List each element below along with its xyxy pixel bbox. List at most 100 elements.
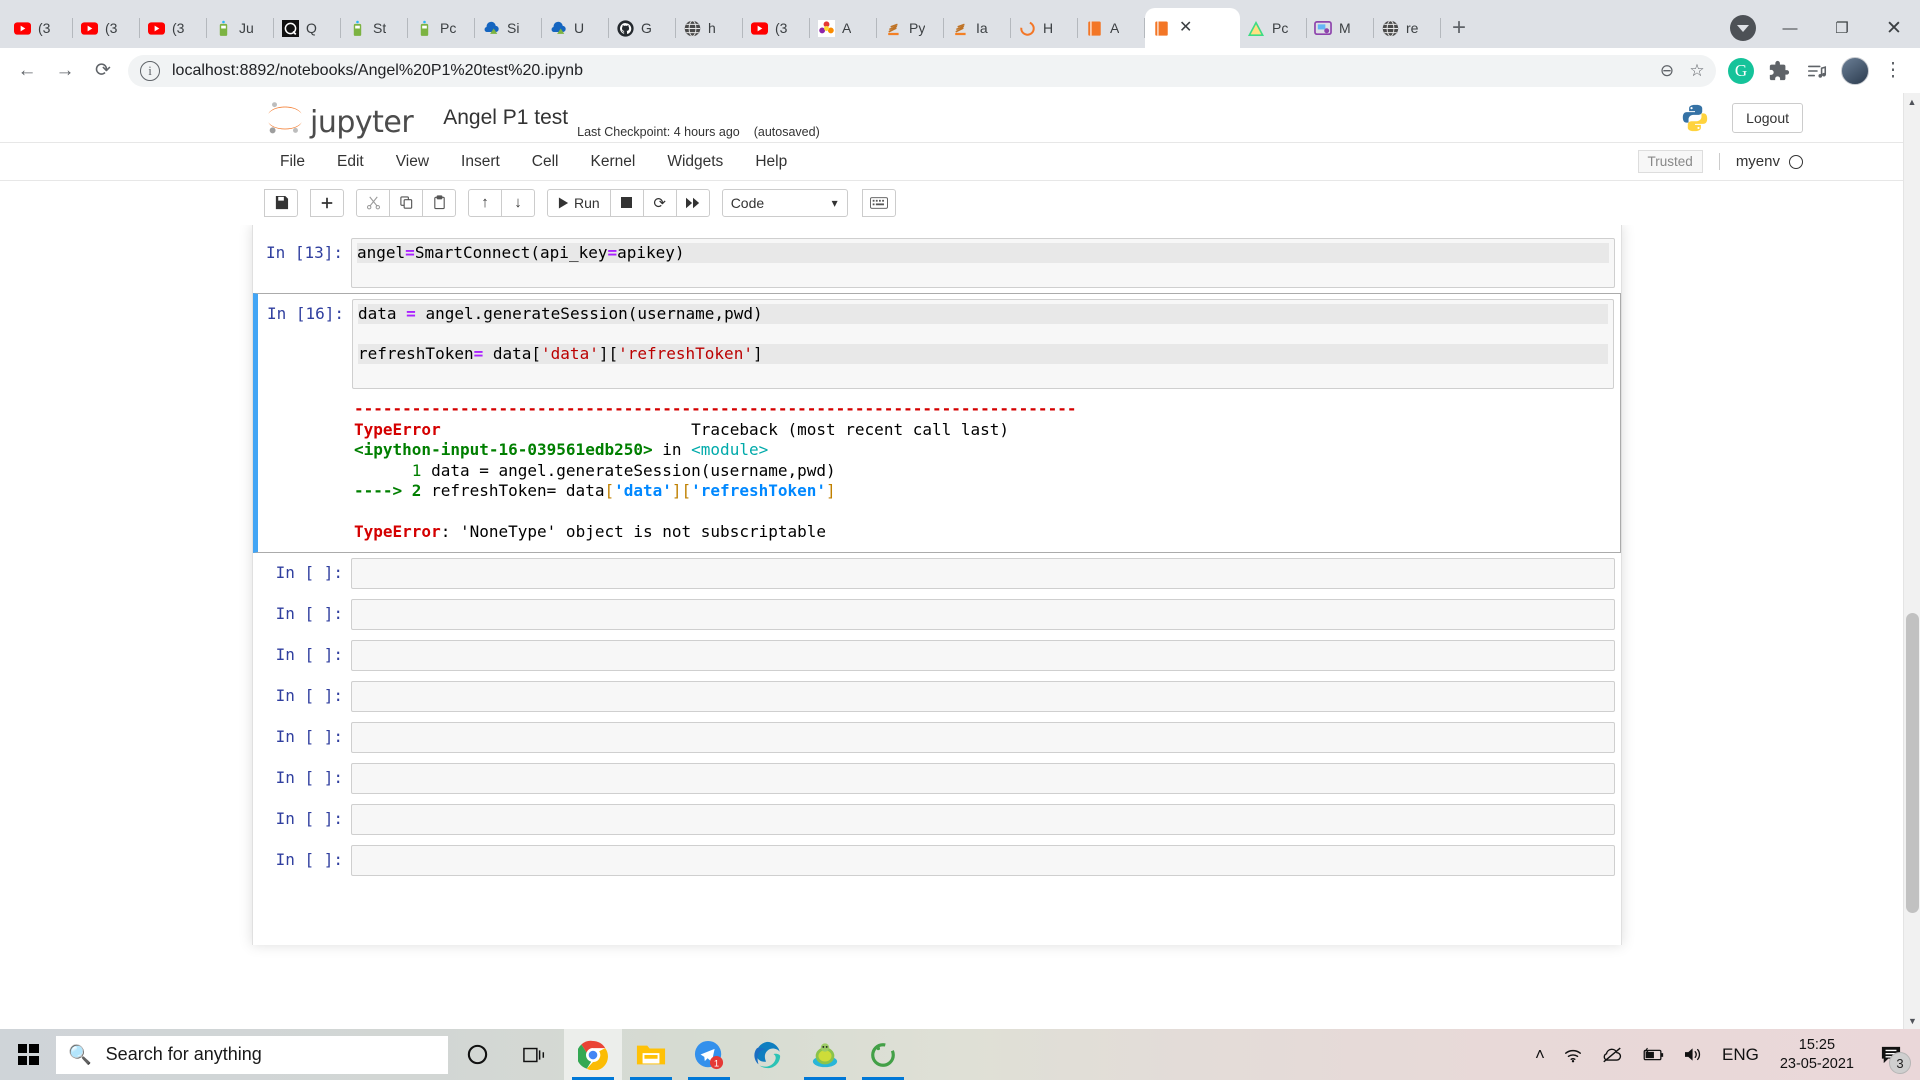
- zoom-out-icon[interactable]: ⊖: [1652, 56, 1682, 86]
- cut-button[interactable]: [356, 188, 390, 217]
- grammarly-extension-button[interactable]: G: [1722, 52, 1760, 90]
- notebook-empty-cell[interactable]: In [ ]:: [253, 635, 1621, 676]
- save-button[interactable]: [264, 188, 298, 217]
- cell-input-area[interactable]: [351, 557, 1615, 589]
- browser-tab-3[interactable]: Ju: [207, 8, 274, 48]
- tray-expand-button[interactable]: ˄: [1526, 1045, 1554, 1065]
- browser-tab-4[interactable]: Q: [274, 8, 341, 48]
- scroll-up-arrow[interactable]: ▲: [1904, 93, 1920, 110]
- cell-input-area[interactable]: [351, 680, 1615, 712]
- interrupt-kernel-button[interactable]: [609, 188, 644, 217]
- menu-item-widgets[interactable]: Widgets: [651, 143, 739, 181]
- scroll-down-arrow[interactable]: ▼: [1904, 1012, 1920, 1029]
- browser-tab-9[interactable]: G: [609, 8, 676, 48]
- cell-input-area[interactable]: [351, 721, 1615, 753]
- paste-button[interactable]: [422, 188, 456, 217]
- browser-tab-8[interactable]: U: [542, 8, 609, 48]
- jupyter-logo[interactable]: jupyter: [264, 98, 414, 138]
- page-scrollbar[interactable]: ▲ ▼: [1903, 93, 1920, 1029]
- cell-input-area[interactable]: [351, 762, 1615, 794]
- browser-tab-20[interactable]: re: [1374, 8, 1441, 48]
- battery-tray-button[interactable]: [1632, 1047, 1674, 1063]
- restart-kernel-button[interactable]: ⟳: [642, 188, 677, 217]
- command-palette-button[interactable]: [861, 188, 896, 217]
- browser-tab-11[interactable]: (3: [743, 8, 810, 48]
- chrome-menu-button[interactable]: ⋮: [1874, 52, 1912, 90]
- notebook-title[interactable]: Angel P1 test: [443, 106, 568, 130]
- turtle-app-taskbar-button[interactable]: [796, 1029, 854, 1080]
- notebook-empty-cell[interactable]: In [ ]:: [253, 553, 1621, 594]
- browser-tab-1[interactable]: (3: [73, 8, 140, 48]
- notebook-code-cell[interactable]: In [16]: data = angel.generateSession(use…: [253, 293, 1621, 553]
- chrome-taskbar-button[interactable]: [564, 1029, 622, 1080]
- minimize-button[interactable]: —: [1764, 8, 1816, 48]
- menu-item-file[interactable]: File: [264, 143, 321, 181]
- notebook-empty-cell[interactable]: In [ ]:: [253, 717, 1621, 758]
- cell-type-select[interactable]: Code ▾: [721, 188, 848, 217]
- cell-input-area[interactable]: [351, 639, 1615, 671]
- task-view-button[interactable]: [506, 1029, 564, 1080]
- notification-center-button[interactable]: 3: [1866, 1029, 1916, 1080]
- scrollbar-thumb[interactable]: [1906, 613, 1919, 913]
- menu-item-cell[interactable]: Cell: [516, 143, 575, 181]
- green-ring-taskbar-button[interactable]: [854, 1029, 912, 1080]
- copy-button[interactable]: [389, 188, 423, 217]
- file-explorer-taskbar-button[interactable]: [622, 1029, 680, 1080]
- browser-tab-12[interactable]: A: [810, 8, 877, 48]
- language-indicator[interactable]: ENG: [1713, 1045, 1768, 1065]
- insert-cell-button[interactable]: [310, 188, 344, 217]
- forward-button[interactable]: →: [46, 52, 84, 90]
- cortana-button[interactable]: [448, 1029, 506, 1080]
- browser-tab-15[interactable]: H: [1011, 8, 1078, 48]
- profile-chip-button[interactable]: [1722, 8, 1764, 48]
- browser-tab-10[interactable]: h: [676, 8, 743, 48]
- notebook-empty-cell[interactable]: In [ ]:: [253, 594, 1621, 635]
- address-bar[interactable]: i localhost:8892/notebooks/Angel%20P1%20…: [128, 54, 1716, 87]
- menu-item-view[interactable]: View: [380, 143, 445, 181]
- taskbar-search-input[interactable]: 🔍 Search for anything: [56, 1035, 448, 1074]
- run-button[interactable]: Run: [547, 188, 611, 217]
- menu-item-help[interactable]: Help: [739, 143, 803, 181]
- onedrive-tray-button[interactable]: [1592, 1046, 1632, 1063]
- cell-input-area[interactable]: angel=SmartConnect(api_key=apikey): [351, 238, 1615, 288]
- cell-input-area[interactable]: data = angel.generateSession(username,pw…: [352, 299, 1614, 389]
- browser-tab-6[interactable]: Pc: [408, 8, 475, 48]
- profile-avatar-button[interactable]: [1836, 52, 1874, 90]
- telegram-taskbar-button[interactable]: 1: [680, 1029, 738, 1080]
- cell-input-area[interactable]: [351, 844, 1615, 876]
- volume-tray-button[interactable]: [1674, 1046, 1713, 1063]
- move-cell-down-button[interactable]: ↓: [501, 188, 535, 217]
- browser-tab-19[interactable]: M: [1307, 8, 1374, 48]
- reload-button[interactable]: ⟳: [84, 52, 122, 90]
- cell-input-area[interactable]: [351, 598, 1615, 630]
- browser-tab-16[interactable]: A: [1078, 8, 1145, 48]
- close-window-button[interactable]: ✕: [1868, 8, 1920, 48]
- maximize-button[interactable]: ❐: [1816, 8, 1868, 48]
- restart-and-run-all-button[interactable]: [675, 188, 710, 217]
- browser-tab-17[interactable]: ✕: [1145, 8, 1240, 48]
- close-tab-button[interactable]: ✕: [1179, 20, 1192, 36]
- browser-tab-18[interactable]: Pc: [1240, 8, 1307, 48]
- media-controls-button[interactable]: [1798, 52, 1836, 90]
- notebook-empty-cell[interactable]: In [ ]:: [253, 758, 1621, 799]
- notebook-empty-cell[interactable]: In [ ]:: [253, 840, 1621, 881]
- cell-input-area[interactable]: [351, 803, 1615, 835]
- menu-item-insert[interactable]: Insert: [445, 143, 516, 181]
- new-tab-button[interactable]: +: [1441, 10, 1477, 46]
- wifi-tray-button[interactable]: [1554, 1046, 1592, 1063]
- browser-tab-13[interactable]: Py: [877, 8, 944, 48]
- back-button[interactable]: ←: [8, 52, 46, 90]
- extensions-button[interactable]: [1760, 52, 1798, 90]
- notebook-empty-cell[interactable]: In [ ]:: [253, 676, 1621, 717]
- notebook-code-cell[interactable]: In [13]: angel=SmartConnect(api_key=apike…: [253, 233, 1621, 293]
- kernel-indicator[interactable]: myenv: [1718, 153, 1803, 170]
- browser-tab-14[interactable]: Ia: [944, 8, 1011, 48]
- move-cell-up-button[interactable]: ↑: [468, 188, 502, 217]
- site-info-icon[interactable]: i: [140, 60, 160, 81]
- browser-tab-0[interactable]: (3: [6, 8, 73, 48]
- browser-tab-7[interactable]: Si: [475, 8, 542, 48]
- start-button[interactable]: [0, 1029, 56, 1080]
- browser-tab-5[interactable]: St: [341, 8, 408, 48]
- logout-button[interactable]: Logout: [1732, 102, 1803, 133]
- notebook-empty-cell[interactable]: In [ ]:: [253, 799, 1621, 840]
